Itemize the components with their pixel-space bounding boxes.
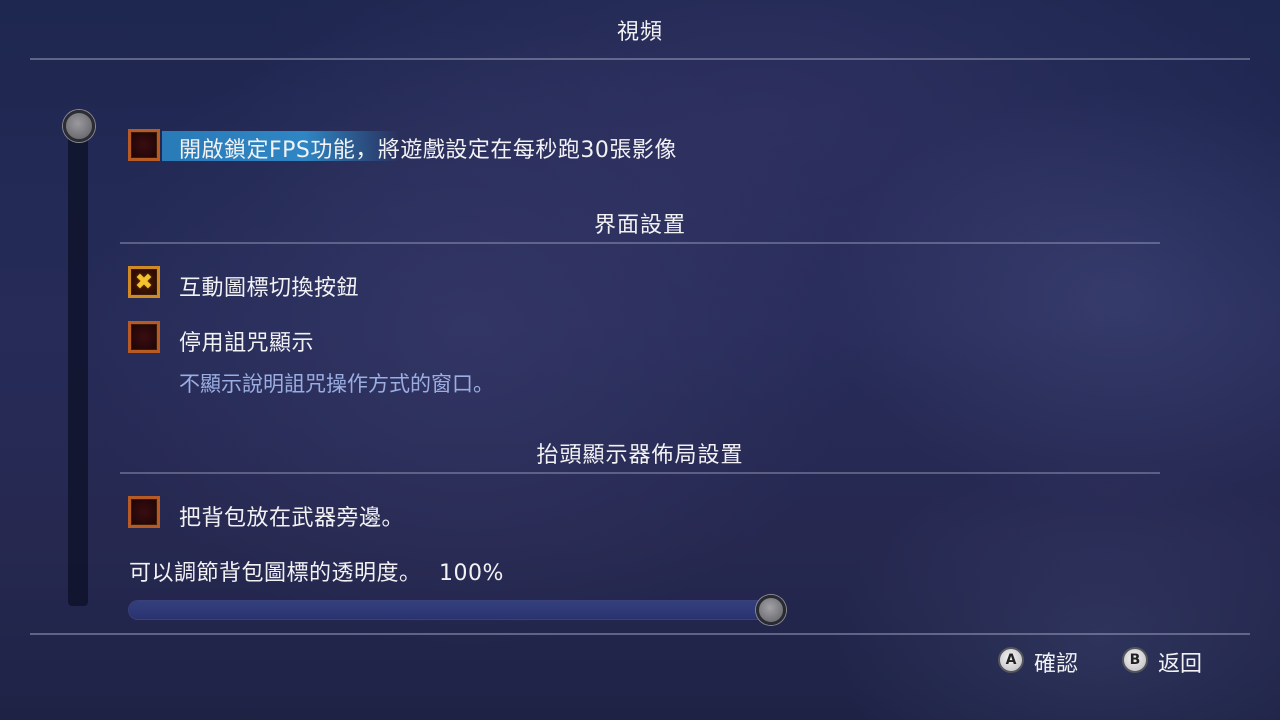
check-mark-icon (131, 499, 157, 525)
footer-divider (30, 633, 1250, 635)
disable-curse-display-checkbox[interactable] (128, 321, 160, 353)
disable-curse-display-label[interactable]: 停用詛咒顯示 (179, 325, 314, 357)
check-mark-icon (131, 132, 157, 158)
confirm-button[interactable]: 確認 (1034, 646, 1078, 678)
opacity-slider-value: 100% (439, 561, 504, 586)
section-title-interface: 界面設置 (593, 213, 686, 238)
opacity-slider-label: 可以調節背包圖標的透明度。 100% (129, 555, 504, 587)
scrollbar-thumb[interactable] (63, 110, 95, 142)
disable-curse-display-description: 不顯示說明詛咒操作方式的窗口。 (179, 372, 494, 396)
opacity-slider-track[interactable] (128, 600, 779, 620)
backpack-beside-weapon-checkbox[interactable] (128, 496, 160, 528)
opacity-slider-handle[interactable] (756, 595, 786, 625)
screen-title: 視頻 (616, 20, 663, 45)
fps-lock-checkbox[interactable] (128, 129, 160, 161)
interact-icon-toggle-checkbox[interactable]: ✖ (128, 266, 160, 298)
check-mark-icon (131, 324, 157, 350)
a-button-icon: A (998, 647, 1024, 673)
check-mark-icon: ✖ (134, 269, 154, 295)
section-divider-hud-layout (120, 472, 1160, 474)
opacity-slider-fill (129, 601, 779, 619)
fps-lock-label[interactable]: 開啟鎖定FPS功能，將遊戲設定在每秒跑30張影像 (179, 132, 677, 164)
header-divider (30, 58, 1250, 60)
opacity-slider-text: 可以調節背包圖標的透明度。 (129, 561, 422, 586)
section-divider-interface (120, 242, 1160, 244)
scrollbar-track[interactable] (68, 120, 88, 606)
interact-icon-toggle-label[interactable]: 互動圖標切換按鈕 (179, 270, 359, 302)
b-button-icon: B (1122, 647, 1148, 673)
back-button[interactable]: 返回 (1158, 646, 1202, 678)
backpack-beside-weapon-label[interactable]: 把背包放在武器旁邊。 (179, 500, 404, 532)
section-title-hud-layout: 抬頭顯示器佈局設置 (536, 443, 744, 468)
